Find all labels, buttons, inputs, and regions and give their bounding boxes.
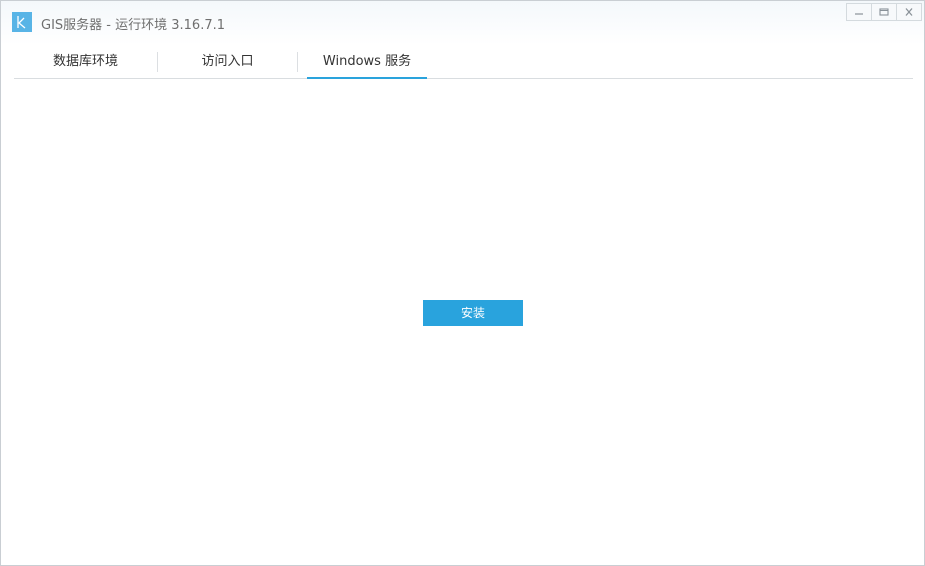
window-title: GIS服务器 - 运行环境 3.16.7.1	[41, 18, 225, 33]
tab-database-environment[interactable]: 数据库环境	[14, 47, 157, 78]
install-button[interactable]: 安装	[423, 300, 523, 326]
window-controls	[846, 3, 922, 21]
tab-windows-service[interactable]: Windows 服务	[307, 47, 427, 79]
minimize-icon[interactable]	[846, 3, 872, 21]
tab-label: Windows 服务	[322, 54, 412, 69]
tab-bar: 数据库环境 访问入口 Windows 服务	[14, 47, 913, 79]
app-logo-icon	[12, 12, 32, 32]
close-icon[interactable]	[896, 3, 922, 21]
app-window: GIS服务器 - 运行环境 3.16.7.1 数据库环境 访问入口 Window…	[0, 0, 925, 566]
maximize-icon[interactable]	[871, 3, 897, 21]
tab-label: 访问入口	[201, 54, 254, 69]
tab-label: 数据库环境	[52, 54, 118, 69]
title-bar[interactable]: GIS服务器 - 运行环境 3.16.7.1	[1, 1, 924, 45]
tab-divider	[297, 52, 298, 72]
tab-access-entry[interactable]: 访问入口	[158, 47, 297, 78]
